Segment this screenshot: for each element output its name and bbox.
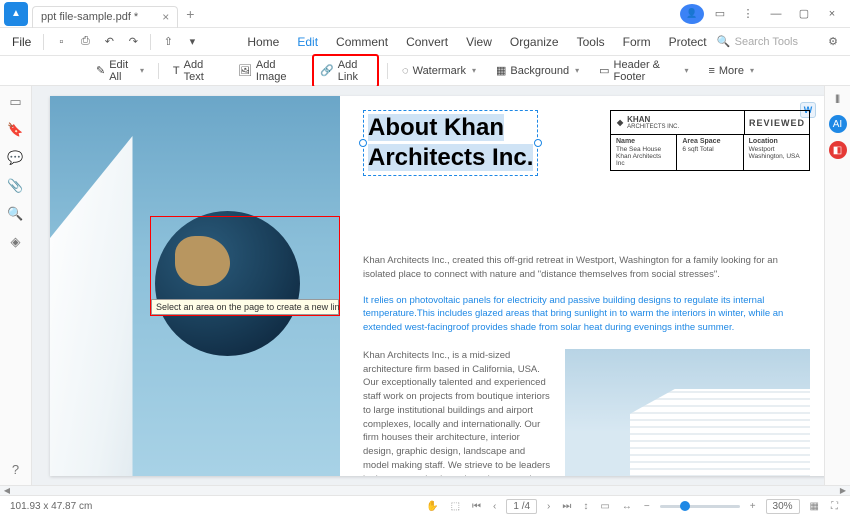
title-line2: Architects Inc. xyxy=(368,144,533,171)
close-window-button[interactable]: × xyxy=(820,4,844,24)
horizontal-scrollbar[interactable]: ◀ ▶ xyxy=(0,485,850,495)
print-icon[interactable]: ⎙ xyxy=(76,33,94,51)
menubar: File ▫ ⎙ ↶ ↷ ⇧ ▾ Home Edit Comment Conve… xyxy=(0,28,850,56)
link-icon: 🔗 xyxy=(320,64,334,77)
pdf-page: Select an area on the page to create a n… xyxy=(50,96,824,476)
more-icon: ≡ xyxy=(708,65,714,77)
paragraph-2: It relies on photovoltaic panels for ele… xyxy=(363,294,810,335)
save-icon[interactable]: ▫ xyxy=(52,33,70,51)
title-line1: About Khan xyxy=(368,114,504,141)
thumbnails-icon[interactable]: ▭ xyxy=(9,94,21,110)
right-sidebar: ⦀ AI ◧ xyxy=(824,86,850,485)
brand-sub: ARCHITECTS INC. xyxy=(627,124,679,130)
help-icon[interactable]: ? xyxy=(12,462,19,477)
app-logo-icon: ▲ xyxy=(4,2,28,26)
add-link-button[interactable]: 🔗Add Link xyxy=(312,54,379,88)
add-image-button[interactable]: 🖼Add Image xyxy=(232,56,304,86)
selected-title-object[interactable]: About Khan Architects Inc. xyxy=(363,110,538,176)
attachments-icon[interactable]: 📎 xyxy=(7,178,23,194)
titlebar: ▲ ppt file-sample.pdf * × + 👤 ▭ ⋮ — ▢ × xyxy=(0,0,850,28)
resize-handle-left[interactable] xyxy=(359,139,367,147)
properties-icon[interactable]: ⦀ xyxy=(835,94,840,107)
tab-organize[interactable]: Organize xyxy=(510,35,559,49)
share-icon[interactable]: ⇧ xyxy=(159,33,177,51)
more-icon[interactable]: ⋮ xyxy=(736,4,760,24)
tab-home[interactable]: Home xyxy=(247,35,279,49)
meta-loc-label: Location xyxy=(749,138,804,145)
tab-form[interactable]: Form xyxy=(623,35,651,49)
header-footer-button[interactable]: ▭Header & Footer▾ xyxy=(593,56,694,86)
message-icon[interactable]: ▭ xyxy=(708,4,732,24)
redo-icon[interactable]: ↷ xyxy=(124,33,142,51)
paragraph-1: Khan Architects Inc., created this off-g… xyxy=(363,254,810,282)
brand-mark-icon: ◆ xyxy=(617,118,623,127)
tab-title: ppt file-sample.pdf * xyxy=(41,11,138,23)
meta-loc-value: Westport Washington, USA xyxy=(749,146,800,160)
chevron-down-icon: ▾ xyxy=(140,66,144,75)
resize-handle-right[interactable] xyxy=(534,139,542,147)
minimize-button[interactable]: — xyxy=(764,4,788,24)
search-placeholder: Search Tools xyxy=(735,36,798,48)
file-menu[interactable]: File xyxy=(8,35,35,49)
secondary-image xyxy=(565,349,810,476)
meta-area-label: Area Space xyxy=(682,138,737,145)
tab-comment[interactable]: Comment xyxy=(336,35,388,49)
meta-name-value: The Sea House Khan Architects Inc xyxy=(616,146,661,167)
left-sidebar: ▭ 🔖 💬 📎 🔍 ◈ ? xyxy=(0,86,32,485)
watermark-icon: ◌ xyxy=(402,65,409,77)
new-tab-button[interactable]: + xyxy=(186,6,194,22)
add-text-button[interactable]: TAdd Text xyxy=(167,56,224,86)
tab-edit[interactable]: Edit xyxy=(297,35,318,49)
ai-icon[interactable]: AI xyxy=(829,115,847,133)
meta-name-label: Name xyxy=(616,138,671,145)
search-tools[interactable]: 🔍 Search Tools xyxy=(717,35,798,48)
header-footer-icon: ▭ xyxy=(599,64,609,77)
main-area: ▭ 🔖 💬 📎 🔍 ◈ ? Select an area on the page… xyxy=(0,86,850,485)
bookmarks-icon[interactable]: 🔖 xyxy=(7,122,23,138)
chevron-down-icon[interactable]: ▾ xyxy=(183,33,201,51)
more-button[interactable]: ≡More▾ xyxy=(702,62,760,80)
document-tab[interactable]: ppt file-sample.pdf * × xyxy=(32,6,178,28)
scroll-left-icon[interactable]: ◀ xyxy=(0,486,14,495)
background-icon: ▦ xyxy=(496,64,506,77)
meta-area-value: 6 sqft Total xyxy=(682,146,713,153)
scroll-right-icon[interactable]: ▶ xyxy=(836,486,850,495)
maximize-button[interactable]: ▢ xyxy=(792,4,816,24)
page-content: W About KhanArchitects Inc. ◆KHANARCHITE… xyxy=(345,96,824,476)
status-bar: 101.93 x 47.87 cm ✋ ⬚ ⏮ ‹ 1 /4 › ⏭ ↕ ▭ ↔… xyxy=(0,495,850,517)
reviewed-stamp: REVIEWED xyxy=(744,111,809,134)
user-avatar-icon[interactable]: 👤 xyxy=(680,4,704,24)
background-button[interactable]: ▦Background▾ xyxy=(490,61,585,80)
comments-icon[interactable]: 💬 xyxy=(7,150,23,166)
layers-icon[interactable]: ◈ xyxy=(11,234,21,250)
globe-image xyxy=(155,211,300,356)
tab-convert[interactable]: Convert xyxy=(406,35,448,49)
text-icon: T xyxy=(173,65,180,77)
tab-protect[interactable]: Protect xyxy=(669,35,707,49)
settings-icon[interactable]: ⚙ xyxy=(824,33,842,51)
watermark-button[interactable]: ◌Watermark▾ xyxy=(396,62,482,80)
search-icon: 🔍 xyxy=(717,35,731,48)
close-tab-icon[interactable]: × xyxy=(162,10,169,24)
ribbon-tabs: Home Edit Comment Convert View Organize … xyxy=(247,35,706,49)
info-panel: ◆ KHANARCHITECTS INC. REVIEWED NameThe Se… xyxy=(610,110,810,171)
paragraph-3: Khan Architects Inc., is a mid-sized arc… xyxy=(363,349,551,476)
tab-view[interactable]: View xyxy=(466,35,492,49)
apps-icon[interactable]: ◧ xyxy=(829,141,847,159)
pencil-icon: ✎ xyxy=(96,64,105,77)
edit-toolbar: ✎Edit All▾ TAdd Text 🖼Add Image 🔗Add Lin… xyxy=(0,56,850,86)
image-icon: 🖼 xyxy=(238,64,252,77)
search-panel-icon[interactable]: 🔍 xyxy=(7,206,23,222)
tab-tools[interactable]: Tools xyxy=(577,35,605,49)
zoom-thumb[interactable] xyxy=(680,501,690,511)
edit-all-button[interactable]: ✎Edit All▾ xyxy=(90,56,150,86)
brand-name: KHAN xyxy=(627,115,679,124)
undo-icon[interactable]: ↶ xyxy=(100,33,118,51)
document-canvas[interactable]: Select an area on the page to create a n… xyxy=(32,86,824,485)
hero-image: Select an area on the page to create a n… xyxy=(50,96,340,476)
